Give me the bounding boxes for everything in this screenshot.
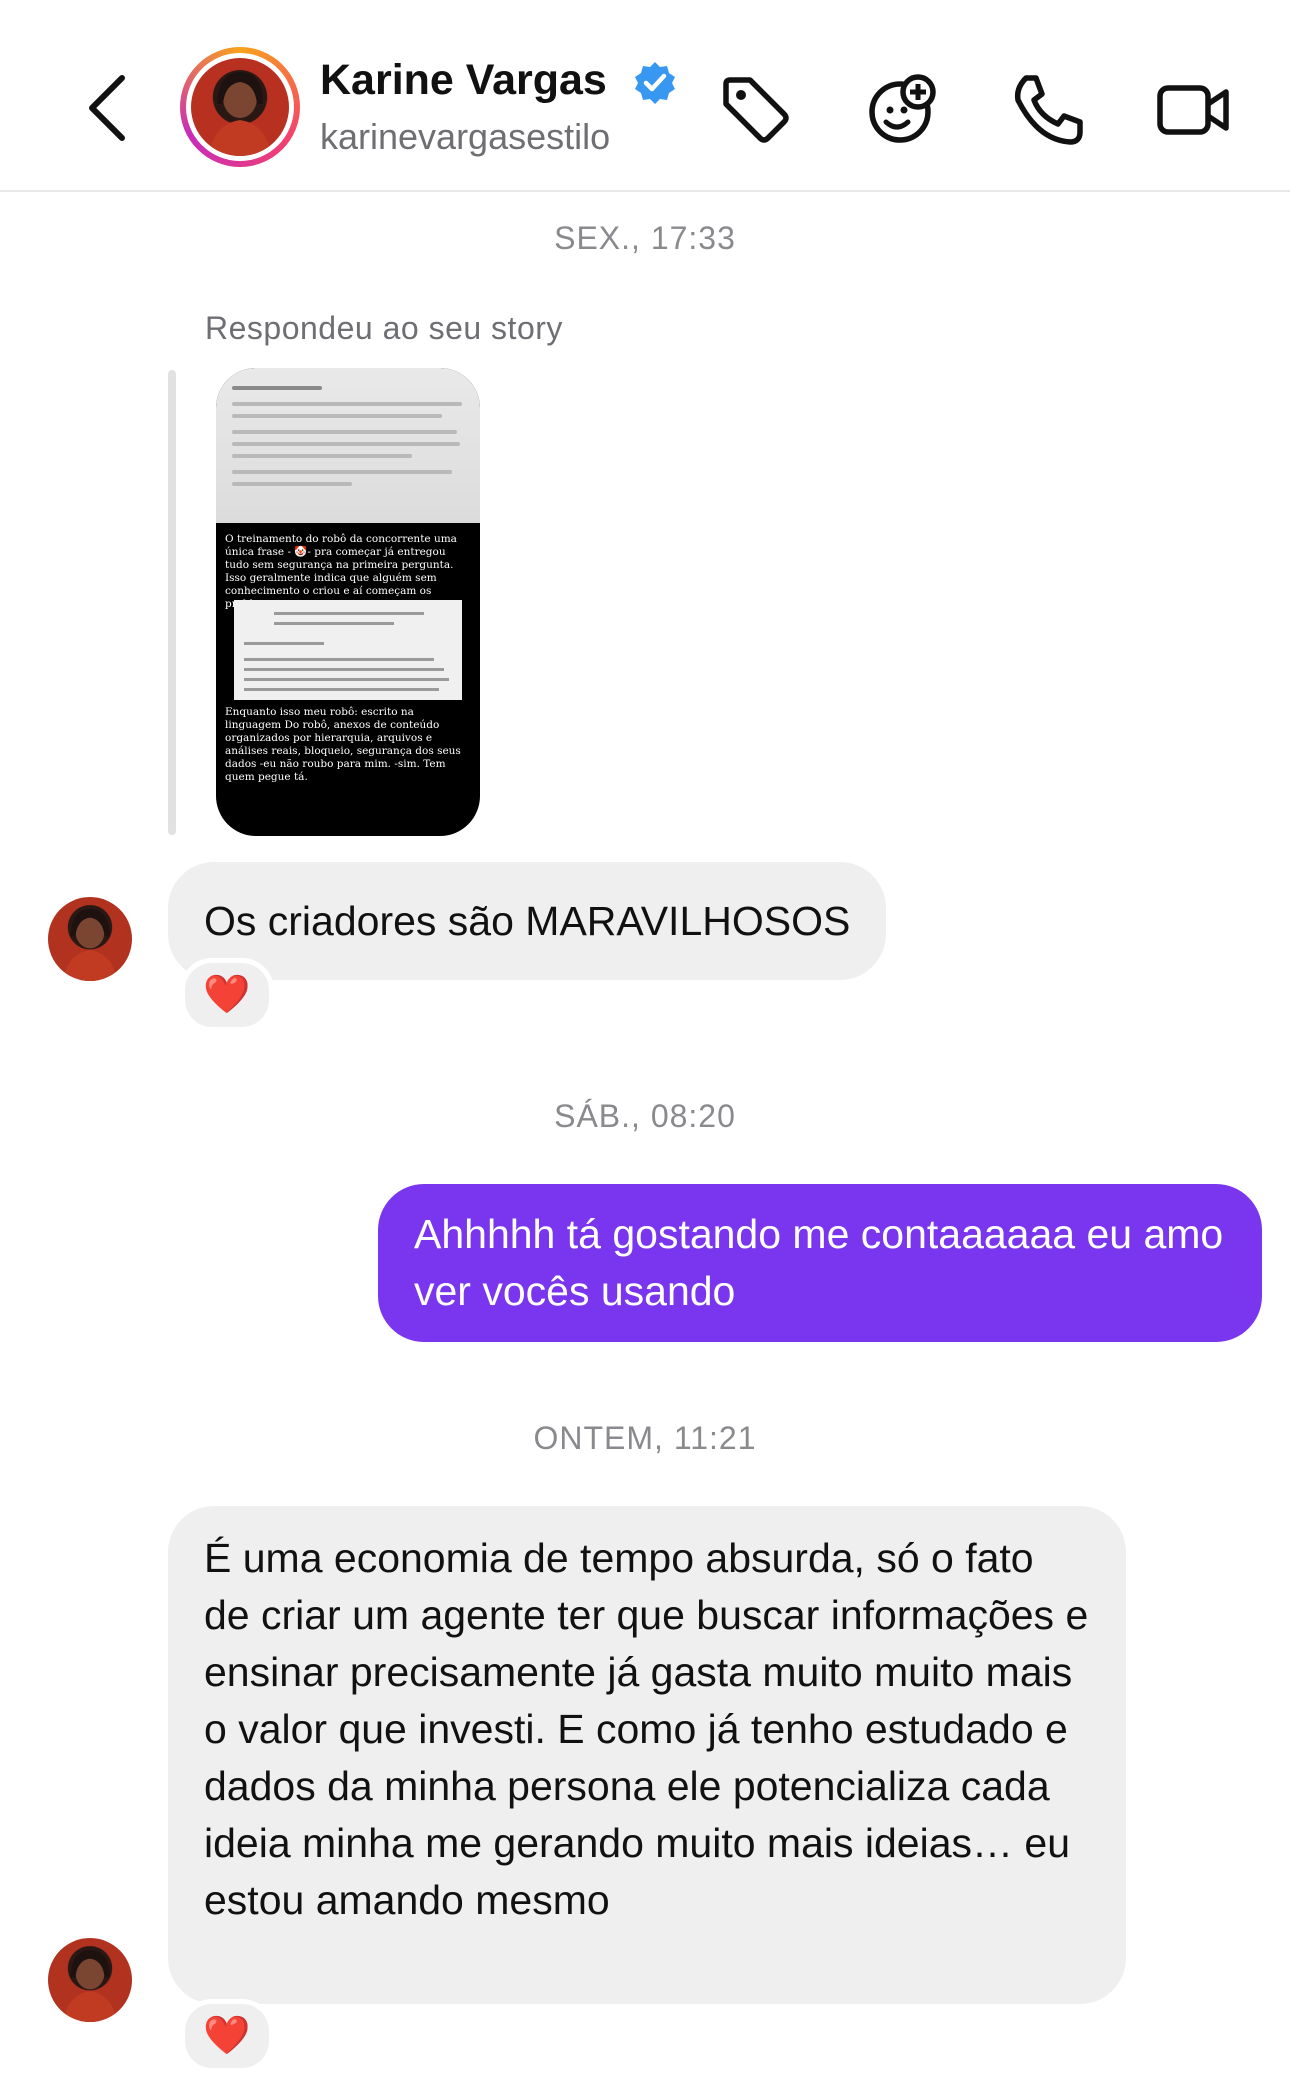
verified-badge-icon — [632, 60, 678, 106]
story-caption-2: Enquanto isso meu robô: escrito na lingu… — [225, 706, 461, 783]
timestamp: SÁB., 08:20 — [554, 1098, 736, 1134]
contact-avatar[interactable] — [180, 47, 300, 167]
incoming-message-bubble[interactable]: Os criadores são MARAVILHOSOS — [168, 862, 887, 980]
story-reply-label: Respondeu ao seu story — [205, 310, 563, 346]
tag-icon[interactable] — [716, 70, 796, 150]
video-camera-icon[interactable] — [1154, 70, 1234, 150]
message-text: É uma economia de tempo absurda, só o fa… — [204, 1535, 1089, 1923]
incoming-message-bubble[interactable]: É uma economia de tempo absurda, só o fa… — [168, 1506, 1126, 2004]
contact-name[interactable]: Karine Vargas — [320, 56, 607, 105]
story-thumbnail[interactable]: O treinamento do robô da concorrente uma… — [216, 368, 480, 836]
phone-icon[interactable] — [1008, 70, 1088, 150]
back-chevron-icon[interactable] — [80, 68, 140, 148]
timestamp: SEX., 17:33 — [554, 220, 736, 256]
sender-avatar[interactable] — [48, 1938, 132, 2022]
story-code-screenshot — [234, 600, 462, 700]
contact-username[interactable]: karinevargasestilo — [320, 116, 610, 158]
sender-avatar[interactable] — [48, 897, 132, 981]
outgoing-message-bubble[interactable]: Ahhhhh tá gostando me contaaaaaa eu amo … — [378, 1184, 1262, 1342]
message-text: Os criadores são MARAVILHOSOS — [204, 897, 851, 944]
heart-reaction-icon[interactable]: ❤️ — [180, 1999, 274, 2073]
timestamp: ONTEM, 11:21 — [533, 1420, 757, 1456]
chat-header: Karine Vargas karinevargasestilo — [0, 0, 1290, 192]
sticker-icon[interactable] — [862, 70, 942, 150]
reply-indicator-bar — [168, 370, 176, 835]
heart-reaction-icon[interactable]: ❤️ — [180, 958, 274, 1032]
message-text: Ahhhhh tá gostando me contaaaaaa eu amo … — [414, 1211, 1224, 1314]
